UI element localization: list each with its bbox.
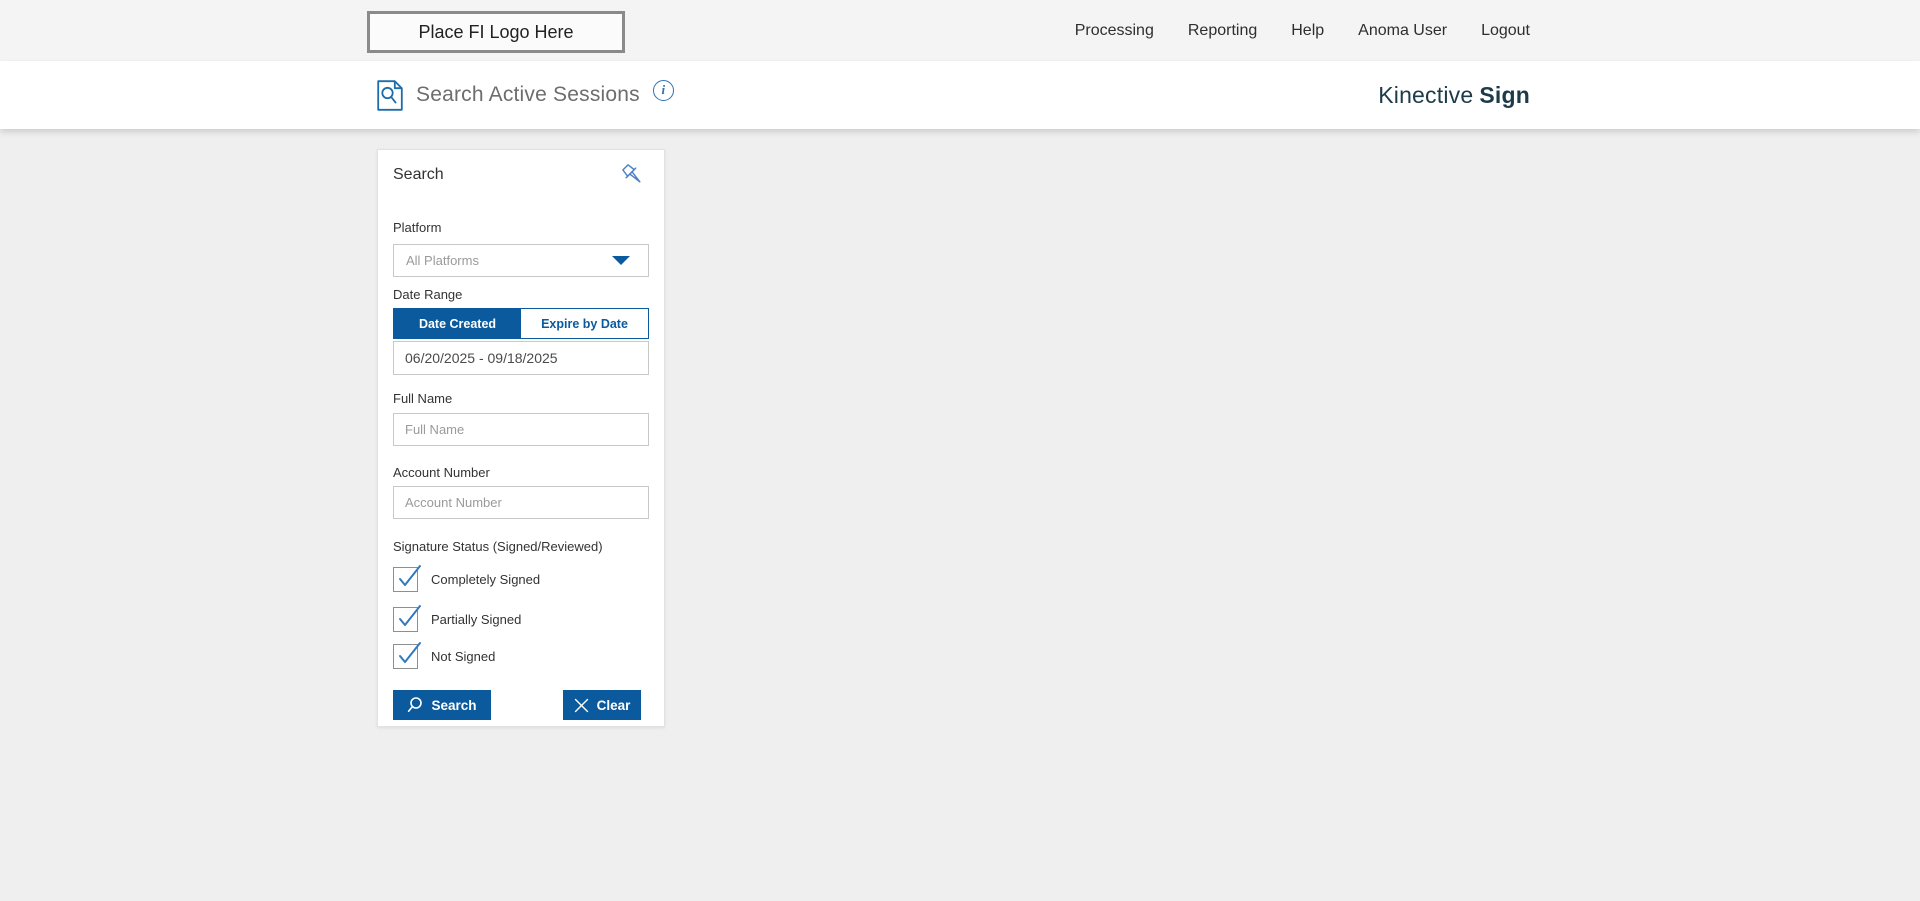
top-bar: Place FI Logo Here Processing Reporting … bbox=[0, 0, 1920, 61]
search-panel-header: Search bbox=[393, 164, 649, 192]
date-range-label: Date Range bbox=[393, 287, 463, 302]
fi-logo-placeholder: Place FI Logo Here bbox=[367, 11, 625, 53]
search-button[interactable]: Search bbox=[393, 690, 491, 720]
fi-logo-text: Place FI Logo Here bbox=[418, 21, 574, 42]
partially-signed-checkbox[interactable] bbox=[393, 605, 421, 632]
partially-signed-label: Partially Signed bbox=[431, 612, 522, 627]
nav-user-menu[interactable]: Anoma User bbox=[1358, 22, 1447, 40]
platform-label: Platform bbox=[393, 220, 442, 235]
clear-button-label: Clear bbox=[596, 697, 631, 713]
date-range-toggle: Date Created Expire by Date bbox=[393, 308, 649, 339]
top-navigation: Processing Reporting Help Anoma User Log… bbox=[1075, 0, 1530, 61]
nav-processing[interactable]: Processing bbox=[1075, 22, 1154, 40]
platform-selected-value: All Platforms bbox=[406, 253, 479, 268]
search-panel-title: Search bbox=[393, 166, 444, 183]
nav-reporting[interactable]: Reporting bbox=[1188, 22, 1257, 40]
pin-icon[interactable] bbox=[620, 162, 647, 194]
clear-button[interactable]: Clear bbox=[563, 690, 641, 720]
platform-select[interactable]: All Platforms bbox=[393, 244, 649, 277]
panel-button-row: Search Clear bbox=[393, 690, 649, 720]
brand-logo: Kinective Sign bbox=[1378, 61, 1530, 129]
checkbox-row-completely-signed: Completely Signed bbox=[393, 565, 649, 592]
full-name-label: Full Name bbox=[393, 391, 453, 406]
search-button-label: Search bbox=[431, 697, 477, 713]
completely-signed-checkbox[interactable] bbox=[393, 565, 421, 592]
nav-help[interactable]: Help bbox=[1291, 22, 1324, 40]
nav-logout[interactable]: Logout bbox=[1481, 22, 1530, 40]
date-range-input[interactable] bbox=[393, 341, 649, 375]
checkbox-row-not-signed: Not Signed bbox=[393, 642, 649, 669]
search-panel: Search Platform All Platforms Date Range… bbox=[377, 149, 665, 727]
signature-status-label: Signature Status (Signed/Reviewed) bbox=[393, 539, 603, 554]
page-title: Search Active Sessions bbox=[416, 83, 640, 106]
account-number-input[interactable] bbox=[393, 486, 649, 519]
chevron-down-icon bbox=[612, 256, 630, 265]
content-area: Search Platform All Platforms Date Range… bbox=[0, 129, 1920, 901]
tab-date-created[interactable]: Date Created bbox=[394, 309, 521, 338]
info-icon[interactable]: i bbox=[652, 79, 674, 101]
account-number-label: Account Number bbox=[393, 465, 490, 480]
not-signed-label: Not Signed bbox=[431, 649, 496, 664]
tab-expire-by-date[interactable]: Expire by Date bbox=[521, 309, 648, 338]
brand-product: Sign bbox=[1479, 81, 1530, 108]
brand-name: Kinective bbox=[1378, 81, 1474, 108]
search-icon bbox=[407, 697, 423, 713]
document-search-icon bbox=[377, 79, 403, 111]
full-name-input[interactable] bbox=[393, 413, 649, 446]
completely-signed-label: Completely Signed bbox=[431, 572, 541, 587]
page-header: Search Active Sessions i Kinective Sign bbox=[0, 61, 1920, 129]
not-signed-checkbox[interactable] bbox=[393, 642, 421, 669]
close-icon bbox=[574, 698, 589, 713]
page-title-group: Search Active Sessions i bbox=[377, 61, 674, 129]
checkbox-row-partially-signed: Partially Signed bbox=[393, 605, 649, 632]
